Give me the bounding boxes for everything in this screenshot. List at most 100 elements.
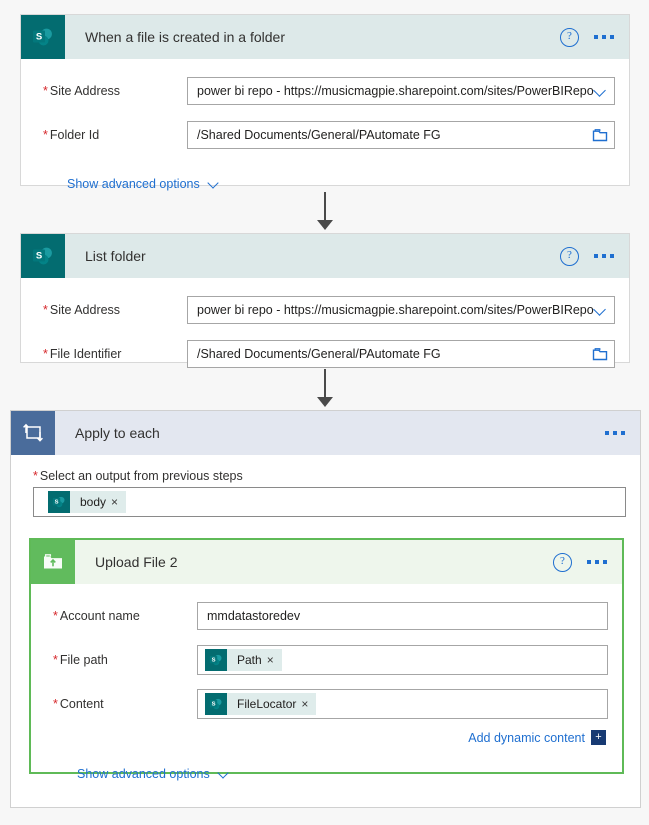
card-when-a-file-is-created-in-a-folder[interactable]: S When a file is created in a folder ? *… <box>20 14 630 191</box>
connector-arrow-1 <box>313 192 337 230</box>
more-options-icon[interactable] <box>604 427 626 439</box>
site-address-dropdown[interactable]: power bi repo - https://musicmagpie.shar… <box>187 77 615 105</box>
card-header[interactable]: Apply to each <box>11 411 640 455</box>
card-title: When a file is created in a folder <box>85 29 285 45</box>
card-body: * Site Address power bi repo - https://mu… <box>21 290 629 374</box>
show-advanced-options-link-upload[interactable]: Show advanced options <box>77 767 622 781</box>
account-name-input[interactable]: mmdatastoredev <box>197 602 608 630</box>
token-filelocator[interactable]: S FileLocator × <box>205 693 317 715</box>
help-icon[interactable]: ? <box>560 246 579 266</box>
folder-picker-icon[interactable] <box>592 128 608 142</box>
card-header[interactable]: S List folder ? <box>21 234 629 278</box>
card-header[interactable]: Upload File 2 ? <box>31 540 622 584</box>
field-label: * Site Address <box>43 84 187 98</box>
sharepoint-icon: S <box>21 15 65 59</box>
field-value: /Shared Documents/General/PAutomate FG <box>197 347 441 361</box>
card-title: Apply to each <box>75 425 160 441</box>
card-header[interactable]: S When a file is created in a folder ? <box>21 15 629 59</box>
token-label: body <box>80 495 107 509</box>
more-options-icon[interactable] <box>586 556 608 568</box>
field-value: mmdatastoredev <box>207 609 301 623</box>
required-marker: * <box>43 347 48 361</box>
folder-picker-icon[interactable] <box>592 347 608 361</box>
card-header-actions[interactable] <box>604 411 626 455</box>
site-address-dropdown[interactable]: power bi repo - https://musicmagpie.shar… <box>187 296 615 324</box>
loop-output-label: * Select an output from previous steps <box>11 455 640 487</box>
field-folder-id: * Folder Id /Shared Documents/General/PAu… <box>21 115 629 155</box>
required-marker: * <box>33 469 38 483</box>
help-icon[interactable]: ? <box>553 552 572 572</box>
close-icon[interactable]: × <box>301 697 316 711</box>
file-path-input[interactable]: S Path × <box>197 645 608 675</box>
loop-output-label-text: Select an output from previous steps <box>39 469 243 483</box>
card-upload-file-2[interactable]: Upload File 2 ? * Account name mmdatastor… <box>29 538 624 781</box>
chevron-down-icon <box>208 178 220 190</box>
show-advanced-options-link-trigger[interactable]: Show advanced options <box>67 177 629 191</box>
show-advanced-options-label: Show advanced options <box>77 767 210 781</box>
field-site-address: * Site Address power bi repo - https://mu… <box>21 290 629 330</box>
card-body: * Site Address power bi repo - https://mu… <box>21 71 629 191</box>
token-body[interactable]: S body × <box>48 491 127 513</box>
field-file-path: * File path S Path × <box>31 640 622 680</box>
card-list-folder[interactable]: S List folder ? * Site Address power bi r… <box>20 233 630 368</box>
chevron-down-icon[interactable] <box>594 303 608 317</box>
close-icon[interactable]: × <box>267 653 282 667</box>
sharepoint-icon: S <box>21 234 65 278</box>
card-apply-to-each[interactable]: Apply to each * Select an output from pre… <box>10 410 641 808</box>
field-site-address: * Site Address power bi repo - https://mu… <box>21 71 629 111</box>
card-title: Upload File 2 <box>95 554 178 570</box>
loop-output-input[interactable]: S body × <box>33 487 626 517</box>
field-label: * File path <box>53 653 197 667</box>
field-account-name: * Account name mmdatastoredev <box>31 596 622 636</box>
svg-text:S: S <box>36 32 42 43</box>
required-marker: * <box>53 697 58 711</box>
field-label-text: Account name <box>59 609 140 623</box>
svg-text:S: S <box>212 658 216 664</box>
chevron-down-icon <box>218 768 230 780</box>
field-value: power bi repo - https://musicmagpie.shar… <box>197 84 594 98</box>
connector-arrow-2 <box>313 369 337 407</box>
field-label: * Account name <box>53 609 197 623</box>
show-advanced-options-label: Show advanced options <box>67 177 200 191</box>
field-label: * File Identifier <box>43 347 187 361</box>
svg-text:S: S <box>212 702 216 708</box>
card-title: List folder <box>85 248 146 264</box>
add-dynamic-content-link[interactable]: Add dynamic content <box>468 731 585 745</box>
field-content: * Content S FileLocator × <box>31 684 622 724</box>
more-options-icon[interactable] <box>593 31 615 43</box>
required-marker: * <box>53 609 58 623</box>
card-header-actions[interactable]: ? <box>560 15 615 59</box>
field-file-identifier: * File Identifier /Shared Documents/Gener… <box>21 334 629 374</box>
chevron-down-icon[interactable] <box>594 84 608 98</box>
svg-text:S: S <box>36 251 42 262</box>
more-options-icon[interactable] <box>593 250 615 262</box>
field-label-text: File Identifier <box>49 347 122 361</box>
card-header-actions[interactable]: ? <box>560 234 615 278</box>
add-dynamic-content-plus-button[interactable]: + <box>591 730 606 745</box>
required-marker: * <box>43 84 48 98</box>
required-marker: * <box>53 653 58 667</box>
svg-text:S: S <box>55 500 59 506</box>
sharepoint-icon: S <box>205 649 227 671</box>
required-marker: * <box>43 128 48 142</box>
loop-icon <box>11 411 55 455</box>
content-input[interactable]: S FileLocator × <box>197 689 608 719</box>
close-icon[interactable]: × <box>111 495 126 509</box>
add-dynamic-content-row: Add dynamic content + <box>31 724 622 745</box>
field-value: /Shared Documents/General/PAutomate FG <box>197 128 441 142</box>
field-label: * Folder Id <box>43 128 187 142</box>
card-header-actions[interactable]: ? <box>553 540 608 584</box>
field-label-text: Content <box>59 697 104 711</box>
field-label-text: Folder Id <box>49 128 100 142</box>
field-label: * Content <box>53 697 197 711</box>
help-icon[interactable]: ? <box>560 27 579 47</box>
sharepoint-icon: S <box>48 491 70 513</box>
required-marker: * <box>43 303 48 317</box>
file-identifier-input[interactable]: /Shared Documents/General/PAutomate FG <box>187 340 615 368</box>
field-label-text: Site Address <box>49 303 121 317</box>
field-label-text: File path <box>59 653 108 667</box>
folder-id-input[interactable]: /Shared Documents/General/PAutomate FG <box>187 121 615 149</box>
token-path[interactable]: S Path × <box>205 649 282 671</box>
field-value: power bi repo - https://musicmagpie.shar… <box>197 303 594 317</box>
token-label: FileLocator <box>237 697 297 711</box>
